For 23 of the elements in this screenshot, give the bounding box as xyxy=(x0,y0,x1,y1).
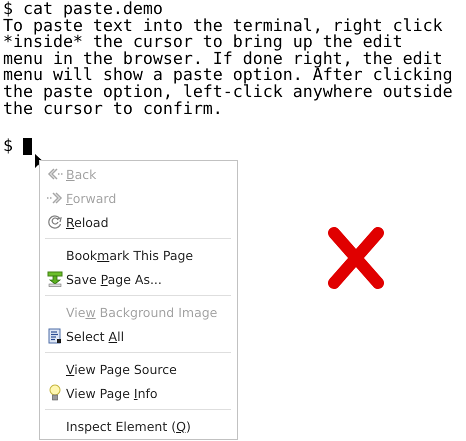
light-bulb-icon xyxy=(48,384,60,402)
menu-item[interactable]: Reload xyxy=(40,210,237,234)
shell-prompt: $ xyxy=(3,138,13,155)
terminal-line: $ cat paste.demo xyxy=(3,1,164,18)
reload-icon xyxy=(46,214,62,230)
forward-arrow-icon xyxy=(46,191,64,205)
text-cursor xyxy=(23,138,32,155)
menu-item[interactable]: Inspect Element (Q) xyxy=(40,414,237,438)
menu-item[interactable]: Save Page As... xyxy=(40,267,237,291)
terminal-line: the cursor to confirm. xyxy=(3,100,224,118)
menu-item[interactable]: View Page Source xyxy=(40,357,237,381)
back-arrow-icon xyxy=(46,167,64,181)
cross-icon xyxy=(327,226,385,290)
menu-item[interactable]: Bookmark This Page xyxy=(40,243,237,267)
terminal-line: To paste text into the terminal, right click xyxy=(3,18,444,34)
terminal-line: *inside* the cursor to bring up the edit xyxy=(3,34,404,51)
terminal-line: the paste option, left-click anywhere outside xyxy=(3,84,454,101)
terminal-line: menu in the browser. If done right, the edit xyxy=(3,50,443,68)
menu-item[interactable]: View Page Info xyxy=(40,381,237,405)
document-icon xyxy=(48,328,62,344)
menu-item[interactable]: Select All xyxy=(40,324,237,348)
save-icon xyxy=(46,271,62,287)
terminal-line: menu will show a paste option. After clicking xyxy=(3,67,454,84)
